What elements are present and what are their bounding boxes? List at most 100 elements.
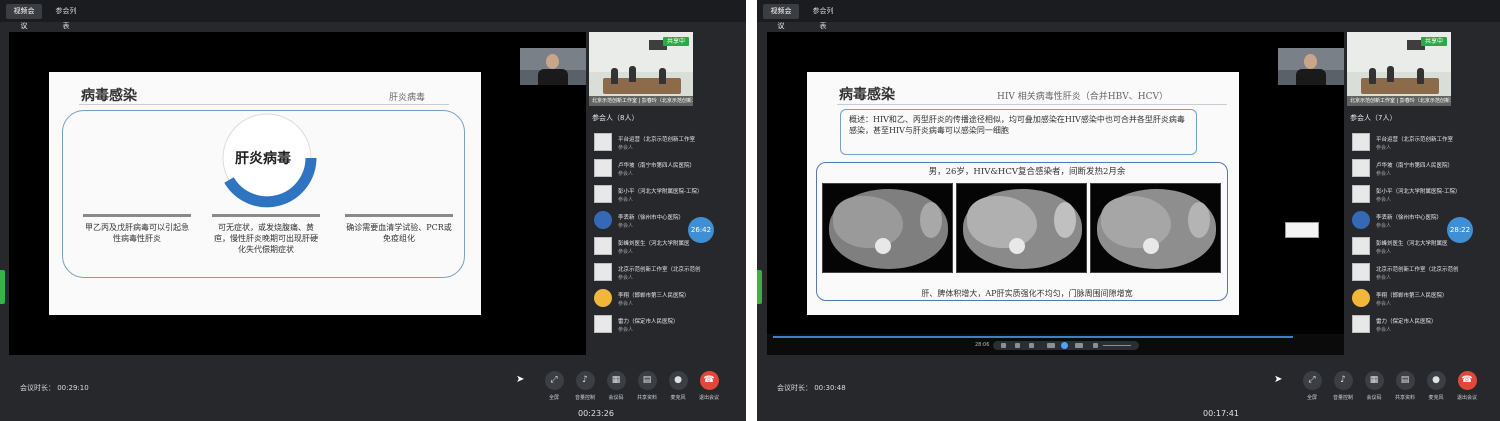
forward-icon[interactable] — [1075, 343, 1083, 348]
column-bar — [345, 214, 453, 217]
slide-title: 病毒感染 — [81, 88, 137, 104]
participant-row[interactable]: 彭峰刘医生（河北大学附属医 参会人 — [592, 237, 742, 257]
control-label: 会议码 — [608, 395, 624, 401]
tab-video-meeting[interactable]: 视频会议 — [763, 4, 799, 30]
hangup-icon: ☎ — [699, 371, 719, 390]
volume-button[interactable]: ♪ 音量控制 — [1331, 371, 1355, 401]
avatar-photo — [1352, 211, 1370, 229]
avatar — [1352, 263, 1370, 281]
meeting-duration: 会议时长： 00:30:48 — [777, 384, 846, 392]
speaking-timer[interactable]: 28:22 — [1447, 217, 1473, 243]
volume-icon: ♪ — [575, 371, 595, 390]
participant-row[interactable]: 北京示范创新工作室（北京示范创 参会人 — [1350, 263, 1500, 283]
sharing-badge: 共享中 — [1420, 37, 1447, 46]
side-handle[interactable] — [0, 270, 5, 304]
fullscreen-button[interactable]: ⤢ 全屏 — [1300, 371, 1324, 401]
microphone-button[interactable]: ● 麦克风 — [666, 371, 690, 401]
participant-row[interactable]: 北京示范创新工作室（北京示范创 参会人 — [592, 263, 742, 283]
back-icon[interactable] — [1047, 343, 1055, 348]
room-video[interactable]: 共享中 北京示范创新工作室 | 彭春玲（北京示范创新工作室） — [589, 32, 693, 106]
floating-toolbar[interactable] — [1285, 222, 1319, 238]
participant-row[interactable]: 李丢新（徐州市中心医院） 参会人 — [1350, 211, 1500, 231]
speaker-video[interactable] — [1278, 48, 1344, 85]
share-docs-button[interactable]: ▤ 共享资料 — [635, 371, 659, 401]
participant-row[interactable]: 卢华坡（南宁市第四人民医院） 参会人 — [1350, 159, 1500, 179]
slide-title: 病毒感染 — [839, 87, 895, 103]
participant-role: 参会人 — [1376, 197, 1392, 203]
participant-row[interactable]: 彭小平（河北大学附属医院-工院） 参会人 — [1350, 185, 1500, 205]
microphone-icon: ● — [668, 371, 688, 390]
leave-meeting-button[interactable]: ☎ 退出会议 — [1455, 371, 1479, 401]
playback-progress[interactable] — [773, 336, 1293, 338]
slide-subtitle: 肝炎病毒 — [389, 93, 426, 103]
participant-name: 彭小平（河北大学附属医院-工院） — [1376, 189, 1461, 195]
participant-role: 参会人 — [618, 145, 634, 151]
rewind-icon[interactable] — [1015, 343, 1020, 348]
slide-rule — [79, 104, 449, 105]
meeting-code-button[interactable]: ▦ 会议码 — [1362, 371, 1386, 401]
volume-slider[interactable] — [1103, 345, 1131, 346]
tab-video-meeting[interactable]: 视频会议 — [6, 4, 42, 30]
avatar-cartoon — [594, 289, 612, 307]
speaker-face — [546, 54, 559, 69]
participant-name: 卢华坡（南宁市第四人民医院） — [618, 163, 696, 169]
participant-row[interactable]: 彭小平（河北大学附属医院-工院） 参会人 — [592, 185, 742, 205]
control-label: 麦克风 — [670, 395, 686, 401]
video-playback-bar[interactable]: 28:06 — [767, 334, 1344, 355]
document-icon: ▤ — [637, 371, 657, 390]
tab-participant-list[interactable]: 参会列表 — [48, 4, 84, 30]
volume-button[interactable]: ♪ 音量控制 — [573, 371, 597, 401]
summary-text: 概述：HIV和乙、丙型肝炎的传播途径相似，均可叠加感染在HIV感染中也可合并各型… — [849, 115, 1185, 135]
recording-time: 00:23:26 — [578, 409, 614, 418]
control-label: 退出会议 — [698, 395, 719, 401]
slide-subtitle: HIV 相关病毒性肝炎（合并HBV、HCV） — [997, 92, 1168, 102]
room-person — [629, 66, 636, 82]
qrcode-icon: ▦ — [1364, 371, 1384, 390]
speaking-timer[interactable]: 26:42 — [688, 217, 714, 243]
column-text-3: 确诊需要血清学试验、PCR或免疫组化 — [346, 223, 452, 243]
share-docs-button[interactable]: ▤ 共享资料 — [1393, 371, 1417, 401]
avatar — [594, 263, 612, 281]
speaker-face — [1304, 54, 1317, 69]
participant-role: 参会人 — [618, 301, 634, 307]
right-meeting-window: 视频会议 参会列表 病毒感染 HIV 相关病毒性肝炎（合并HBV、HCV） 概述… — [757, 0, 1500, 421]
speaker-video[interactable] — [520, 48, 586, 85]
microphone-button[interactable]: ● 麦克风 — [1424, 371, 1448, 401]
column-text-2: 可无症状，或发烧腹痛、黄疸，慢性肝炎晚期可出现肝硬化失代偿期症状 — [214, 223, 318, 254]
side-handle[interactable] — [757, 270, 762, 304]
leave-meeting-button[interactable]: ☎ 退出会议 — [697, 371, 721, 401]
participant-row[interactable]: 平台运营（北京示范创新工作室 参会人 — [592, 133, 742, 153]
participant-row[interactable]: 平台运营（北京示范创新工作室 参会人 — [1350, 133, 1500, 153]
room-caption: 北京示范创新工作室 | 彭春玲（北京示范创新工作室） — [1347, 96, 1451, 106]
volume-icon: ♪ — [1333, 371, 1353, 390]
participant-row[interactable]: 李翔（邯郸市第三人民医院） 参会人 — [1350, 289, 1500, 309]
left-meeting-window: 视频会议 参会列表 病毒感染 肝炎病毒 肝炎病毒 甲乙丙及戊肝病毒可以引起急性病… — [0, 0, 746, 421]
control-label: 退出会议 — [1456, 395, 1477, 401]
avatar — [1352, 159, 1370, 177]
fullscreen-button[interactable]: ⤢ 全屏 — [542, 371, 566, 401]
column-bar — [83, 214, 191, 217]
microphone-icon: ● — [1426, 371, 1446, 390]
participant-role: 参会人 — [618, 327, 634, 333]
ct-spine — [875, 238, 891, 254]
prev-icon[interactable] — [1001, 343, 1006, 348]
participant-row[interactable]: 彭峰刘医生（河北大学附属医 参会人 — [1350, 237, 1500, 257]
participant-row[interactable]: 雷力（保定市人民医院） 参会人 — [592, 315, 742, 335]
tab-participant-list[interactable]: 参会列表 — [805, 4, 841, 30]
ct-scan-image — [822, 183, 953, 273]
pause-icon[interactable] — [1061, 342, 1068, 349]
column-bar — [212, 214, 320, 217]
meeting-code-button[interactable]: ▦ 会议码 — [604, 371, 628, 401]
volume-icon[interactable] — [1093, 343, 1098, 348]
participant-row[interactable]: 卢华坡（南宁市第四人民医院） 参会人 — [592, 159, 742, 179]
room-video[interactable]: 共享中 北京示范创新工作室 | 彭春玲（北京示范创新工作室） — [1347, 32, 1451, 106]
participant-row[interactable]: 李丢新（徐州市中心医院） 参会人 — [592, 211, 742, 231]
participant-role: 参会人 — [618, 197, 634, 203]
participant-row[interactable]: 李翔（邯郸市第三人民医院） 参会人 — [592, 289, 742, 309]
participant-name: 北京示范创新工作室（北京示范创 — [618, 267, 701, 273]
participant-row[interactable]: 雷力（保定市人民医院） 参会人 — [1350, 315, 1500, 335]
stop-icon[interactable] — [1029, 343, 1034, 348]
avatar-cartoon — [1352, 289, 1370, 307]
playback-controls[interactable] — [993, 341, 1139, 350]
participant-role: 参会人 — [618, 249, 634, 255]
